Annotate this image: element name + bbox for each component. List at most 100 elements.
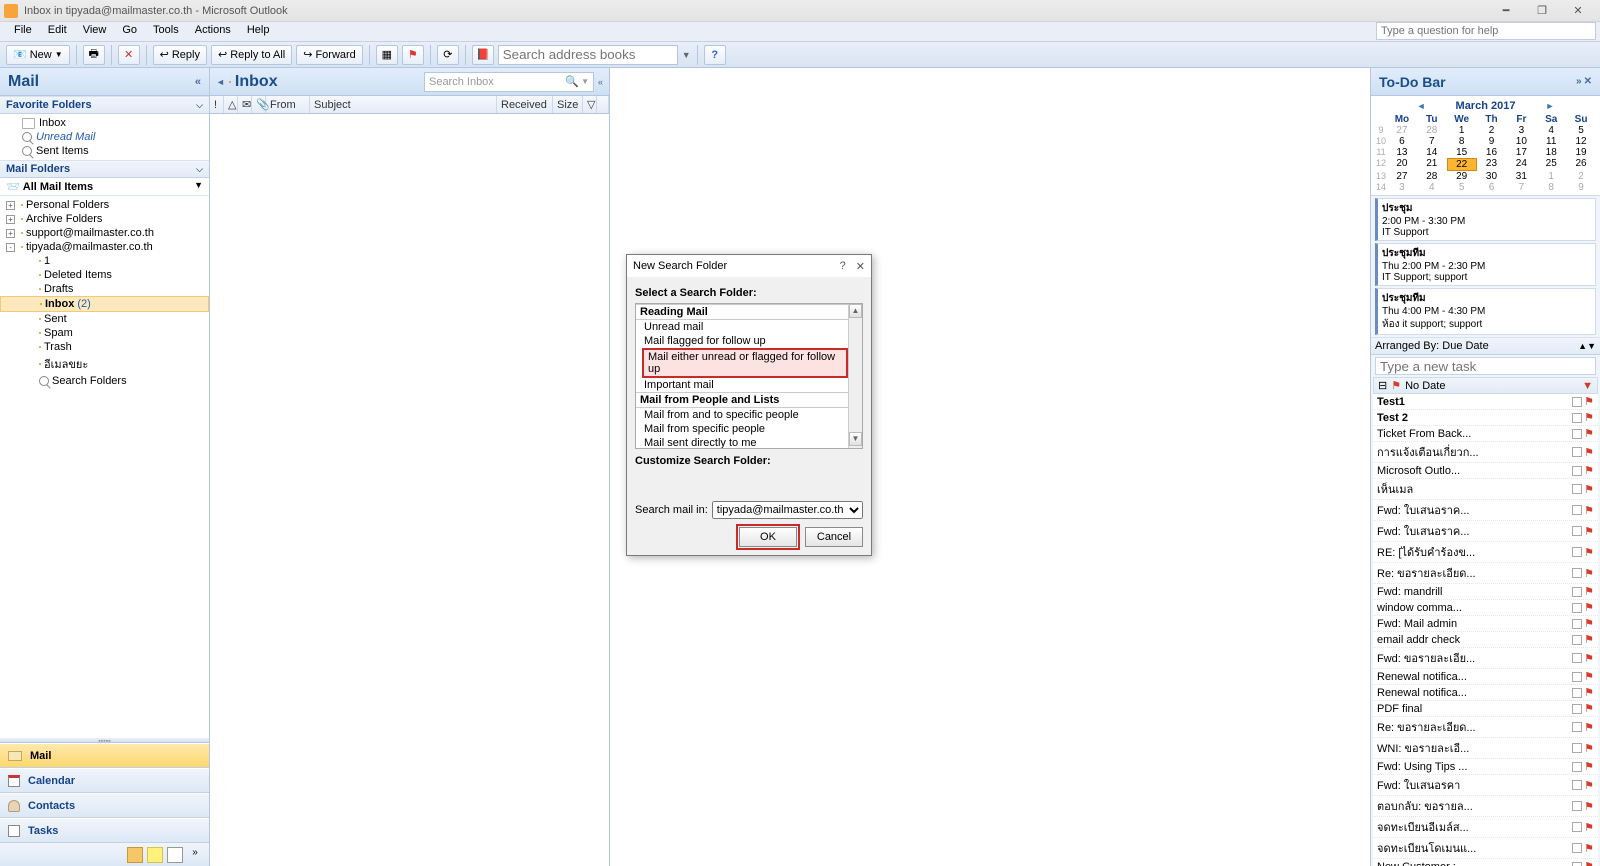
flag-icon[interactable]: ⚑ xyxy=(1584,702,1594,715)
cancel-button[interactable]: Cancel xyxy=(805,527,863,547)
configure-icon[interactable]: » xyxy=(187,847,203,863)
task-checkbox[interactable] xyxy=(1572,862,1582,866)
dialog-help-icon[interactable]: ? xyxy=(840,260,846,273)
calendar-day[interactable]: 30 xyxy=(1477,171,1507,182)
task-item[interactable]: Fwd: ใบเสนอรคา⚑ xyxy=(1373,775,1598,796)
calendar-day[interactable]: 25 xyxy=(1536,158,1566,171)
task-item[interactable]: Re: ขอรายละเอียด...⚑ xyxy=(1373,563,1598,584)
tree-item[interactable]: Drafts xyxy=(0,282,209,296)
new-task-input[interactable] xyxy=(1375,357,1596,375)
tree-item[interactable]: 1 xyxy=(0,254,209,268)
arranged-by[interactable]: Arranged By: Due Date▲▼ xyxy=(1371,337,1600,355)
scrollbar[interactable]: ▲▼ xyxy=(848,304,862,448)
tree-item[interactable]: +Personal Folders xyxy=(0,198,209,212)
flag-icon[interactable]: ⚑ xyxy=(1584,585,1594,598)
task-item[interactable]: การแจ้งเตือนเกี่ยวก...⚑ xyxy=(1373,442,1598,463)
help-search-input[interactable] xyxy=(1376,22,1596,40)
calendar-day[interactable]: 10 xyxy=(1506,136,1536,147)
calendar-day[interactable]: 13 xyxy=(1387,147,1417,158)
task-checkbox[interactable] xyxy=(1572,619,1582,629)
calendar-day[interactable]: 12 xyxy=(1566,136,1596,147)
tree-item[interactable]: -tipyada@mailmaster.co.th xyxy=(0,240,209,254)
flag-icon[interactable]: ⚑ xyxy=(1584,842,1594,855)
expand-icon[interactable]: + xyxy=(6,229,15,238)
flag-icon[interactable]: ⚑ xyxy=(1584,760,1594,773)
fav-folder[interactable]: Unread Mail xyxy=(0,130,209,144)
flag-icon[interactable]: ⚑ xyxy=(1584,617,1594,630)
flag-icon[interactable]: ⚑ xyxy=(1584,670,1594,683)
flag-icon[interactable]: ⚑ xyxy=(1584,742,1594,755)
expand-icon[interactable]: + xyxy=(6,215,15,224)
task-checkbox[interactable] xyxy=(1572,722,1582,732)
appointment[interactable]: ประชุมทีมThu 2:00 PM - 2:30 PMIT Support… xyxy=(1375,243,1596,286)
task-item[interactable]: Ticket From Back...⚑ xyxy=(1373,426,1598,442)
task-item[interactable]: Fwd: ขอรายละเอีย...⚑ xyxy=(1373,648,1598,669)
calendar-day[interactable]: 8 xyxy=(1447,136,1477,147)
calendar-day[interactable]: 16 xyxy=(1477,147,1507,158)
tree-item[interactable]: Spam xyxy=(0,326,209,340)
ok-button[interactable]: OK xyxy=(739,527,797,547)
menu-go[interactable]: Go xyxy=(114,22,145,41)
task-checkbox[interactable] xyxy=(1572,635,1582,645)
task-item[interactable]: Test1⚑ xyxy=(1373,394,1598,410)
task-checkbox[interactable] xyxy=(1572,526,1582,536)
dialog-close-icon[interactable]: ✕ xyxy=(856,260,865,273)
replyall-button[interactable]: ↩Reply to All xyxy=(211,45,292,65)
task-item[interactable]: Test 2⚑ xyxy=(1373,410,1598,426)
calendar-day[interactable]: 6 xyxy=(1477,182,1507,193)
all-mail-items[interactable]: 📨 All Mail Items ▼ xyxy=(0,178,209,196)
calendar-day[interactable]: 21 xyxy=(1417,158,1447,171)
flag-icon[interactable]: ⚑ xyxy=(1584,721,1594,734)
delete-button[interactable]: ✕ xyxy=(118,45,140,65)
nav-mail[interactable]: Mail xyxy=(0,743,209,768)
task-checkbox[interactable] xyxy=(1572,568,1582,578)
expand-icon[interactable]: - xyxy=(6,243,15,252)
task-item[interactable]: PDF final⚑ xyxy=(1373,701,1598,717)
tree-item[interactable]: Search Folders xyxy=(0,374,209,388)
menu-help[interactable]: Help xyxy=(239,22,278,41)
scroll-down-icon[interactable]: ▼ xyxy=(849,432,862,446)
calendar-day[interactable]: 3 xyxy=(1387,182,1417,193)
prev-month-icon[interactable]: ◄ xyxy=(1417,101,1426,111)
task-item[interactable]: Fwd: Mail admin⚑ xyxy=(1373,616,1598,632)
appointment[interactable]: ประชุมทีมThu 4:00 PM - 4:30 PMห้อง it su… xyxy=(1375,288,1596,335)
calendar-day[interactable]: 4 xyxy=(1536,125,1566,136)
folder-option[interactable]: Mail flagged for follow up xyxy=(636,334,862,348)
task-item[interactable]: ตอบกลับ: ขอรายล...⚑ xyxy=(1373,796,1598,817)
folder-option[interactable]: Mail sent directly to me xyxy=(636,436,862,449)
task-item[interactable]: New Customer : ...⚑ xyxy=(1373,859,1598,866)
flag-icon[interactable]: ⚑ xyxy=(1584,821,1594,834)
next-month-icon[interactable]: ► xyxy=(1545,101,1554,111)
search-inbox-input[interactable]: Search Inbox🔍▼ xyxy=(424,72,594,92)
date-navigator[interactable]: ◄March 2017► MoTuWeThFrSaSu9272812345106… xyxy=(1371,96,1600,196)
expand-search-icon[interactable]: « xyxy=(598,77,603,87)
flag-icon[interactable]: ⚑ xyxy=(1584,601,1594,614)
flag-icon[interactable]: ⚑ xyxy=(1584,395,1594,408)
tree-item[interactable]: Sent xyxy=(0,312,209,326)
flag-icon[interactable]: ⚑ xyxy=(1584,800,1594,813)
calendar-day[interactable]: 31 xyxy=(1506,171,1536,182)
menu-tools[interactable]: Tools xyxy=(145,22,187,41)
task-checkbox[interactable] xyxy=(1572,413,1582,423)
task-checkbox[interactable] xyxy=(1572,704,1582,714)
back-icon[interactable]: ◄ xyxy=(216,77,225,87)
task-item[interactable]: WNI: ขอรายละเอี...⚑ xyxy=(1373,738,1598,759)
task-item[interactable]: Fwd: mandrill⚑ xyxy=(1373,584,1598,600)
flag-icon[interactable]: ⚑ xyxy=(1584,686,1594,699)
todo-collapse-icon[interactable]: » xyxy=(1576,76,1582,87)
task-checkbox[interactable] xyxy=(1572,603,1582,613)
expand-icon[interactable]: + xyxy=(6,201,15,210)
task-item[interactable]: Fwd: Using Tips ...⚑ xyxy=(1373,759,1598,775)
close-button[interactable]: ✕ xyxy=(1560,1,1596,21)
appointment[interactable]: ประชุม2:00 PM - 3:30 PMIT Support xyxy=(1375,198,1596,241)
flag-icon[interactable]: ⚑ xyxy=(1584,411,1594,424)
task-item[interactable]: Renewal notifica...⚑ xyxy=(1373,685,1598,701)
calendar-day[interactable]: 4 xyxy=(1417,182,1447,193)
task-checkbox[interactable] xyxy=(1572,762,1582,772)
folder-option[interactable]: Mail from and to specific people xyxy=(636,408,862,422)
address-search-input[interactable] xyxy=(498,45,678,65)
nav-tasks[interactable]: Tasks xyxy=(0,818,209,843)
calendar-day[interactable]: 26 xyxy=(1566,158,1596,171)
task-checkbox[interactable] xyxy=(1572,587,1582,597)
reply-button[interactable]: ↩Reply xyxy=(153,45,207,65)
